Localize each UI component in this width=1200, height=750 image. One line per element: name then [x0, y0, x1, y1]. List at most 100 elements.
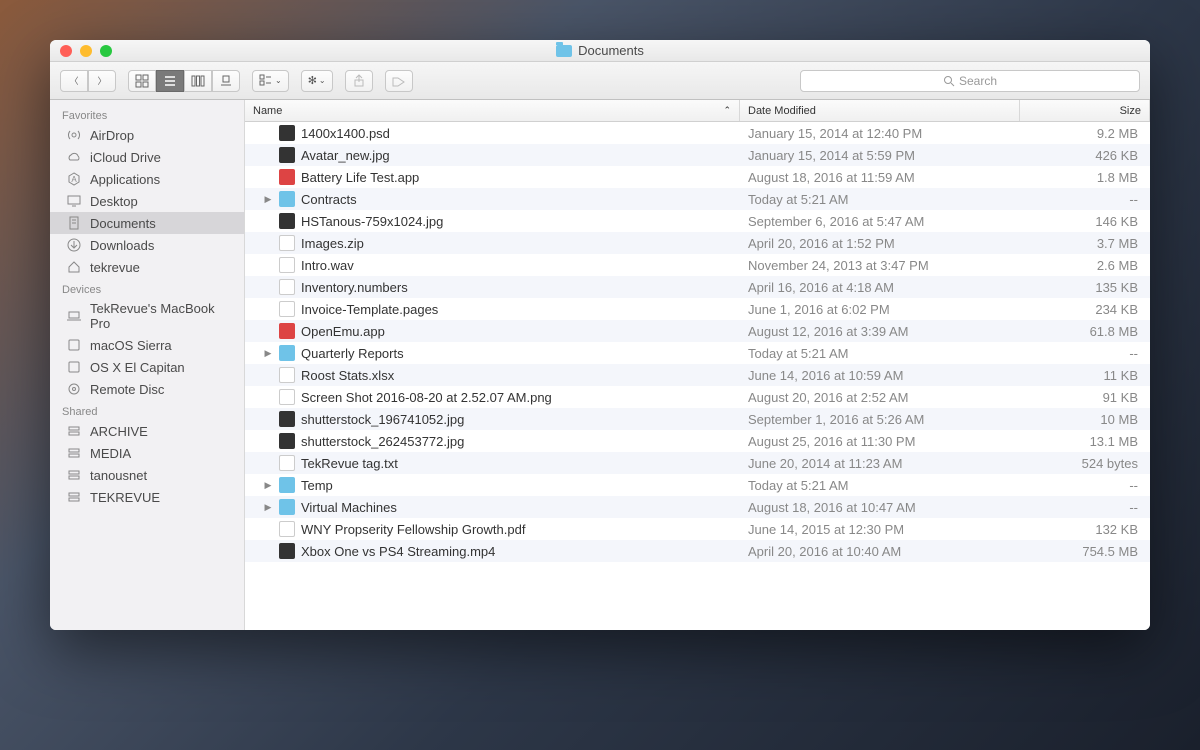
file-row[interactable]: Roost Stats.xlsx June 14, 2016 at 10:59 A… — [245, 364, 1150, 386]
sidebar-item-label: OS X El Capitan — [90, 360, 185, 375]
tags-button[interactable] — [385, 70, 413, 92]
file-row[interactable]: TekRevue tag.txtJune 20, 2014 at 11:23 A… — [245, 452, 1150, 474]
file-size: 9.2 MB — [1020, 126, 1150, 141]
server-icon — [66, 489, 82, 505]
file-row[interactable]: ▶Quarterly ReportsToday at 5:21 AM-- — [245, 342, 1150, 364]
file-size: -- — [1020, 192, 1150, 207]
back-button[interactable]: 〈 — [60, 70, 88, 92]
sidebar-item-label: Documents — [90, 216, 156, 231]
sidebar-item-airdrop[interactable]: AirDrop — [50, 124, 244, 146]
view-buttons — [128, 70, 240, 92]
file-icon — [279, 389, 295, 405]
file-size: 426 KB — [1020, 148, 1150, 163]
disclosure-triangle-icon[interactable]: ▶ — [263, 480, 273, 491]
column-view-button[interactable] — [184, 70, 212, 92]
disk-icon — [66, 359, 82, 375]
file-row[interactable]: Images.zipApril 20, 2016 at 1:52 PM3.7 M… — [245, 232, 1150, 254]
file-date: September 6, 2016 at 5:47 AM — [740, 214, 1020, 229]
file-row[interactable]: shutterstock_196741052.jpgSeptember 1, 2… — [245, 408, 1150, 430]
file-name: Invoice-Template.pages — [301, 302, 438, 317]
sidebar-item-tekrevue[interactable]: tekrevue — [50, 256, 244, 278]
file-row[interactable]: ▶TempToday at 5:21 AM-- — [245, 474, 1150, 496]
sidebar-item-label: TekRevue's MacBook Pro — [90, 301, 232, 331]
icon-view-button[interactable] — [128, 70, 156, 92]
file-row[interactable]: shutterstock_262453772.jpgAugust 25, 201… — [245, 430, 1150, 452]
file-row[interactable]: WNY Propserity Fellowship Growth.pdf June… — [245, 518, 1150, 540]
file-row[interactable]: Screen Shot 2016-08-20 at 2.52.07 AM.png… — [245, 386, 1150, 408]
app-icon — [279, 169, 295, 185]
file-row[interactable]: Battery Life Test.appAugust 18, 2016 at … — [245, 166, 1150, 188]
sidebar-item-downloads[interactable]: Downloads — [50, 234, 244, 256]
sidebar-item-media[interactable]: MEDIA — [50, 442, 244, 464]
file-row[interactable]: Intro.wavNovember 24, 2013 at 3:47 PM2.6… — [245, 254, 1150, 276]
cloud-icon — [66, 149, 82, 165]
disclosure-triangle-icon[interactable]: ▶ — [263, 502, 273, 513]
server-icon — [66, 445, 82, 461]
file-row[interactable]: 1400x1400.psdJanuary 15, 2014 at 12:40 P… — [245, 122, 1150, 144]
file-row[interactable]: Invoice-Template.pagesJune 1, 2016 at 6:… — [245, 298, 1150, 320]
file-size: 1.8 MB — [1020, 170, 1150, 185]
file-size: 524 bytes — [1020, 456, 1150, 471]
file-name: Roost Stats.xlsx — [301, 368, 394, 383]
file-date: June 14, 2016 at 10:59 AM — [740, 368, 1020, 383]
file-size: 2.6 MB — [1020, 258, 1150, 273]
file-row[interactable]: Xbox One vs PS4 Streaming.mp4April 20, 2… — [245, 540, 1150, 562]
file-row[interactable]: HSTanous-759x1024.jpgSeptember 6, 2016 a… — [245, 210, 1150, 232]
file-size: 61.8 MB — [1020, 324, 1150, 339]
folder-icon — [279, 191, 295, 207]
sidebar-item-macos-sierra[interactable]: macOS Sierra — [50, 334, 244, 356]
file-row[interactable]: ▶Virtual MachinesAugust 18, 2016 at 10:4… — [245, 496, 1150, 518]
titlebar[interactable]: Documents — [50, 40, 1150, 62]
window-body: FavoritesAirDropiCloud DriveAApplication… — [50, 100, 1150, 630]
folder-icon — [279, 345, 295, 361]
file-size: 754.5 MB — [1020, 544, 1150, 559]
file-row[interactable]: ▶ContractsToday at 5:21 AM-- — [245, 188, 1150, 210]
file-date: November 24, 2013 at 3:47 PM — [740, 258, 1020, 273]
forward-button[interactable]: 〉 — [88, 70, 116, 92]
sort-indicator-icon: ⌃ — [723, 105, 731, 116]
search-icon — [943, 75, 955, 87]
file-list[interactable]: 1400x1400.psdJanuary 15, 2014 at 12:40 P… — [245, 122, 1150, 630]
downloads-icon — [66, 237, 82, 253]
sidebar-item-label: tekrevue — [90, 260, 140, 275]
sidebar-item-applications[interactable]: AApplications — [50, 168, 244, 190]
sidebar-item-remote-disc[interactable]: Remote Disc — [50, 378, 244, 400]
action-button[interactable]: ✻ ⌄ — [301, 70, 333, 92]
sidebar-item-desktop[interactable]: Desktop — [50, 190, 244, 212]
file-size: -- — [1020, 478, 1150, 493]
sidebar-item-tanousnet[interactable]: tanousnet — [50, 464, 244, 486]
file-icon — [279, 367, 295, 383]
sidebar-item-tekrevue[interactable]: TEKREVUE — [50, 486, 244, 508]
file-date: June 14, 2015 at 12:30 PM — [740, 522, 1020, 537]
search-field[interactable]: Search — [800, 70, 1140, 92]
file-date: Today at 5:21 AM — [740, 346, 1020, 361]
size-column-header[interactable]: Size — [1020, 100, 1150, 121]
disclosure-triangle-icon[interactable]: ▶ — [263, 348, 273, 359]
file-size: 3.7 MB — [1020, 236, 1150, 251]
arrange-button[interactable]: ⌄ — [252, 70, 289, 92]
file-row[interactable]: OpenEmu.appAugust 12, 2016 at 3:39 AM61.… — [245, 320, 1150, 342]
share-button[interactable] — [345, 70, 373, 92]
sidebar-item-icloud-drive[interactable]: iCloud Drive — [50, 146, 244, 168]
sidebar-item-label: Applications — [90, 172, 160, 187]
file-date: January 15, 2014 at 12:40 PM — [740, 126, 1020, 141]
sidebar-item-label: Desktop — [90, 194, 138, 209]
sidebar-item-tekrevue-s-macbook-pro[interactable]: TekRevue's MacBook Pro — [50, 298, 244, 334]
list-view-button[interactable] — [156, 70, 184, 92]
file-name: WNY Propserity Fellowship Growth.pdf — [301, 522, 525, 537]
sidebar-item-documents[interactable]: Documents — [50, 212, 244, 234]
app-icon — [279, 323, 295, 339]
disclosure-triangle-icon[interactable]: ▶ — [263, 194, 273, 205]
file-row[interactable]: Avatar_new.jpgJanuary 15, 2014 at 5:59 P… — [245, 144, 1150, 166]
file-date: August 25, 2016 at 11:30 PM — [740, 434, 1020, 449]
img-icon — [279, 147, 295, 163]
file-icon — [279, 235, 295, 251]
sidebar-item-archive[interactable]: ARCHIVE — [50, 420, 244, 442]
name-column-header[interactable]: Name ⌃ — [245, 100, 740, 121]
coverflow-view-button[interactable] — [212, 70, 240, 92]
date-column-header[interactable]: Date Modified — [740, 100, 1020, 121]
file-size: -- — [1020, 346, 1150, 361]
file-row[interactable]: Inventory.numbersApril 16, 2016 at 4:18 … — [245, 276, 1150, 298]
sidebar-item-os-x-el-capitan[interactable]: OS X El Capitan — [50, 356, 244, 378]
desktop-icon — [66, 193, 82, 209]
